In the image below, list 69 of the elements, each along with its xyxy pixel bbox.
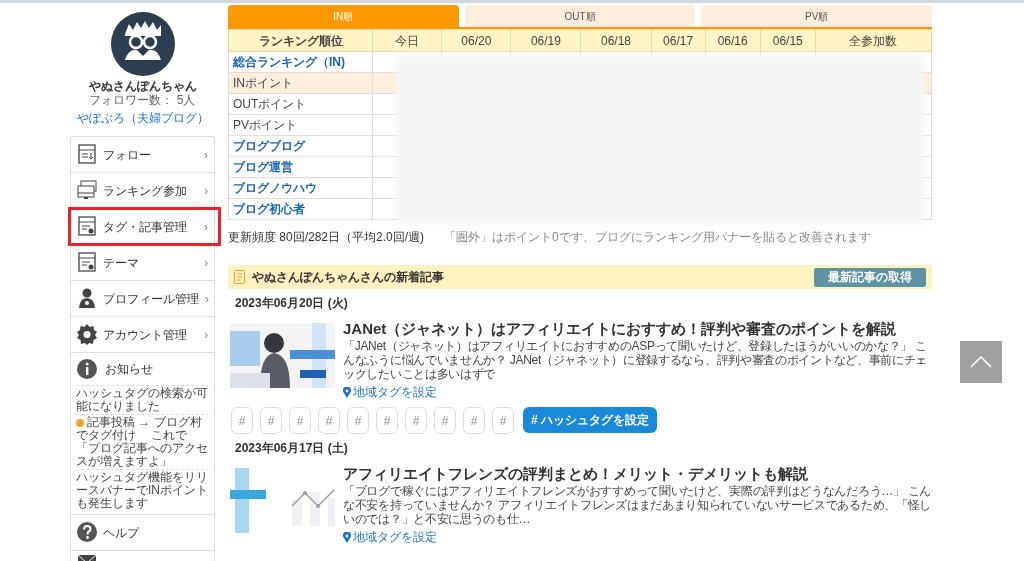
column-header: 今日 [372, 29, 442, 52]
document-icon [234, 270, 245, 284]
hashtag-slot[interactable]: # [231, 407, 253, 434]
section-title: やぬさんぽんちゃんさんの新着記事 [252, 269, 444, 286]
menu-item[interactable]: プロフィール管理 › [71, 281, 214, 316]
hashtag-slot[interactable]: # [492, 407, 514, 434]
menu-item[interactable]: テーマ › [71, 245, 214, 280]
column-header: 全参加数 [815, 29, 932, 52]
fetch-button[interactable]: 最新記事の取得 [814, 267, 926, 287]
column-header: 06/18 [581, 29, 652, 52]
monitor-icon [77, 180, 97, 201]
column-header: 06/17 [651, 29, 706, 52]
document-icon [77, 252, 97, 273]
map-pin-icon [343, 531, 351, 543]
document-icon [77, 216, 97, 237]
ranking-link[interactable]: ブログブログ [228, 135, 373, 157]
ranking-note: 「圏外」はポイント0です、ブログにランキング用バナーを貼ると改善されます [444, 229, 871, 246]
location-tag-link[interactable]: 地域タグを設定 [343, 528, 932, 546]
document-icon [77, 144, 97, 165]
hashtag-slot[interactable]: # [289, 407, 311, 434]
menu-item[interactable]: ヘルプ [71, 515, 214, 550]
update-frequency: 更新頻度 80回/282日（平均2.0回/週) [228, 229, 425, 246]
location-tag-link[interactable]: 地域タグを設定 [343, 383, 932, 401]
hashtag-button[interactable]: # ハッシュタグを設定 [523, 407, 657, 433]
hashtag-slot[interactable]: # [376, 407, 398, 434]
article-title[interactable]: アフィリエイトフレンズの評判まとめ！メリット・デメリットも解説 [343, 465, 932, 483]
hashtag-slot[interactable]: # [260, 407, 282, 434]
column-header: 06/16 [705, 29, 761, 52]
menu-item[interactable]: ランキング参加 › [71, 173, 214, 208]
column-header: 06/19 [510, 29, 581, 52]
article-excerpt: 「ブログで稼ぐにはアフィリエイトフレンズがおすすめって聞いたけど、実際の評判はどうなんだろう…」 こんな不安を持っていませんか？ アフィリエイトフレンズはまだあまり知られていないサービスであるため、「怪しいのでは？」と不安に思うのも仕… [343, 484, 933, 526]
blog-link[interactable]: やぽぶろ（夫婦ブログ） [70, 111, 215, 125]
table-cell: INポイント [228, 72, 373, 94]
ranking-link[interactable]: ブログノウハウ [228, 177, 373, 199]
user-name: やぬさんぽんちゃん [87, 79, 198, 93]
ranking-link[interactable]: ブログ運営 [228, 156, 373, 178]
table-cell: OUTポイント [228, 93, 373, 115]
article-date: 2023年06月20日 (火) [235, 296, 349, 311]
article-date: 2023年06月17日 (土) [235, 441, 349, 456]
menu-item[interactable]: アカウント管理 › [71, 317, 214, 352]
column-header: 06/15 [760, 29, 816, 52]
map-pin-icon [343, 386, 351, 398]
column-header: 06/20 [441, 29, 511, 52]
hashtag-slot[interactable]: # [434, 407, 456, 434]
help-icon [77, 522, 97, 543]
ranking-link[interactable]: ブログ初心者 [228, 198, 373, 220]
menu-item[interactable]: フォロー › [71, 137, 214, 172]
news-item[interactable]: ハッシュタグの検索が可能になりました [76, 385, 209, 414]
column-header: ランキング順位 [228, 29, 373, 52]
hashtag-slot[interactable]: # [318, 407, 340, 434]
tab[interactable]: OUT順 [464, 5, 696, 27]
person-icon [77, 288, 97, 309]
news-item[interactable]: ハッシュタグ機能をリリースバナーでINポイントも発生します [76, 469, 209, 511]
article-title[interactable]: JANet（ジャネット）はアフィリエイトにおすすめ！評判や審査のポイントを解説 [343, 320, 932, 338]
settings-icon [77, 324, 97, 345]
chevron-up-icon [970, 356, 992, 368]
hashtag-slot[interactable]: # [405, 407, 427, 434]
tab[interactable]: PV順 [701, 5, 932, 27]
section-title: お知らせ [105, 361, 153, 378]
hashtag-slot[interactable]: # [347, 407, 369, 434]
table-cell: PVポイント [228, 114, 373, 136]
article-excerpt: 「JANet（ジャネット）はアフィリエイトにおすすめのASPって聞いたけど、登録したほうがいいのかな？」 こんなふうに悩んでいませんか？ JANet（ジャネット）に登録するなら、評判や審査のポイントなど、事前にチェックしたいことは多いはずで [343, 339, 929, 381]
avatar-icon [110, 12, 175, 76]
hashtag-slot[interactable]: # [463, 407, 485, 434]
menu-item[interactable]: タグ・記事管理 › [71, 209, 214, 244]
news-item[interactable]: 記事投稿 → ブログ村でタグ付け これで「ブログ記事へのアクセスが増えますよ」 [76, 414, 209, 469]
info-icon [77, 358, 97, 380]
ranking-link[interactable]: 総合ランキング（IN) [228, 51, 373, 73]
follower-count: フォロワー数： 5人 [88, 93, 197, 107]
